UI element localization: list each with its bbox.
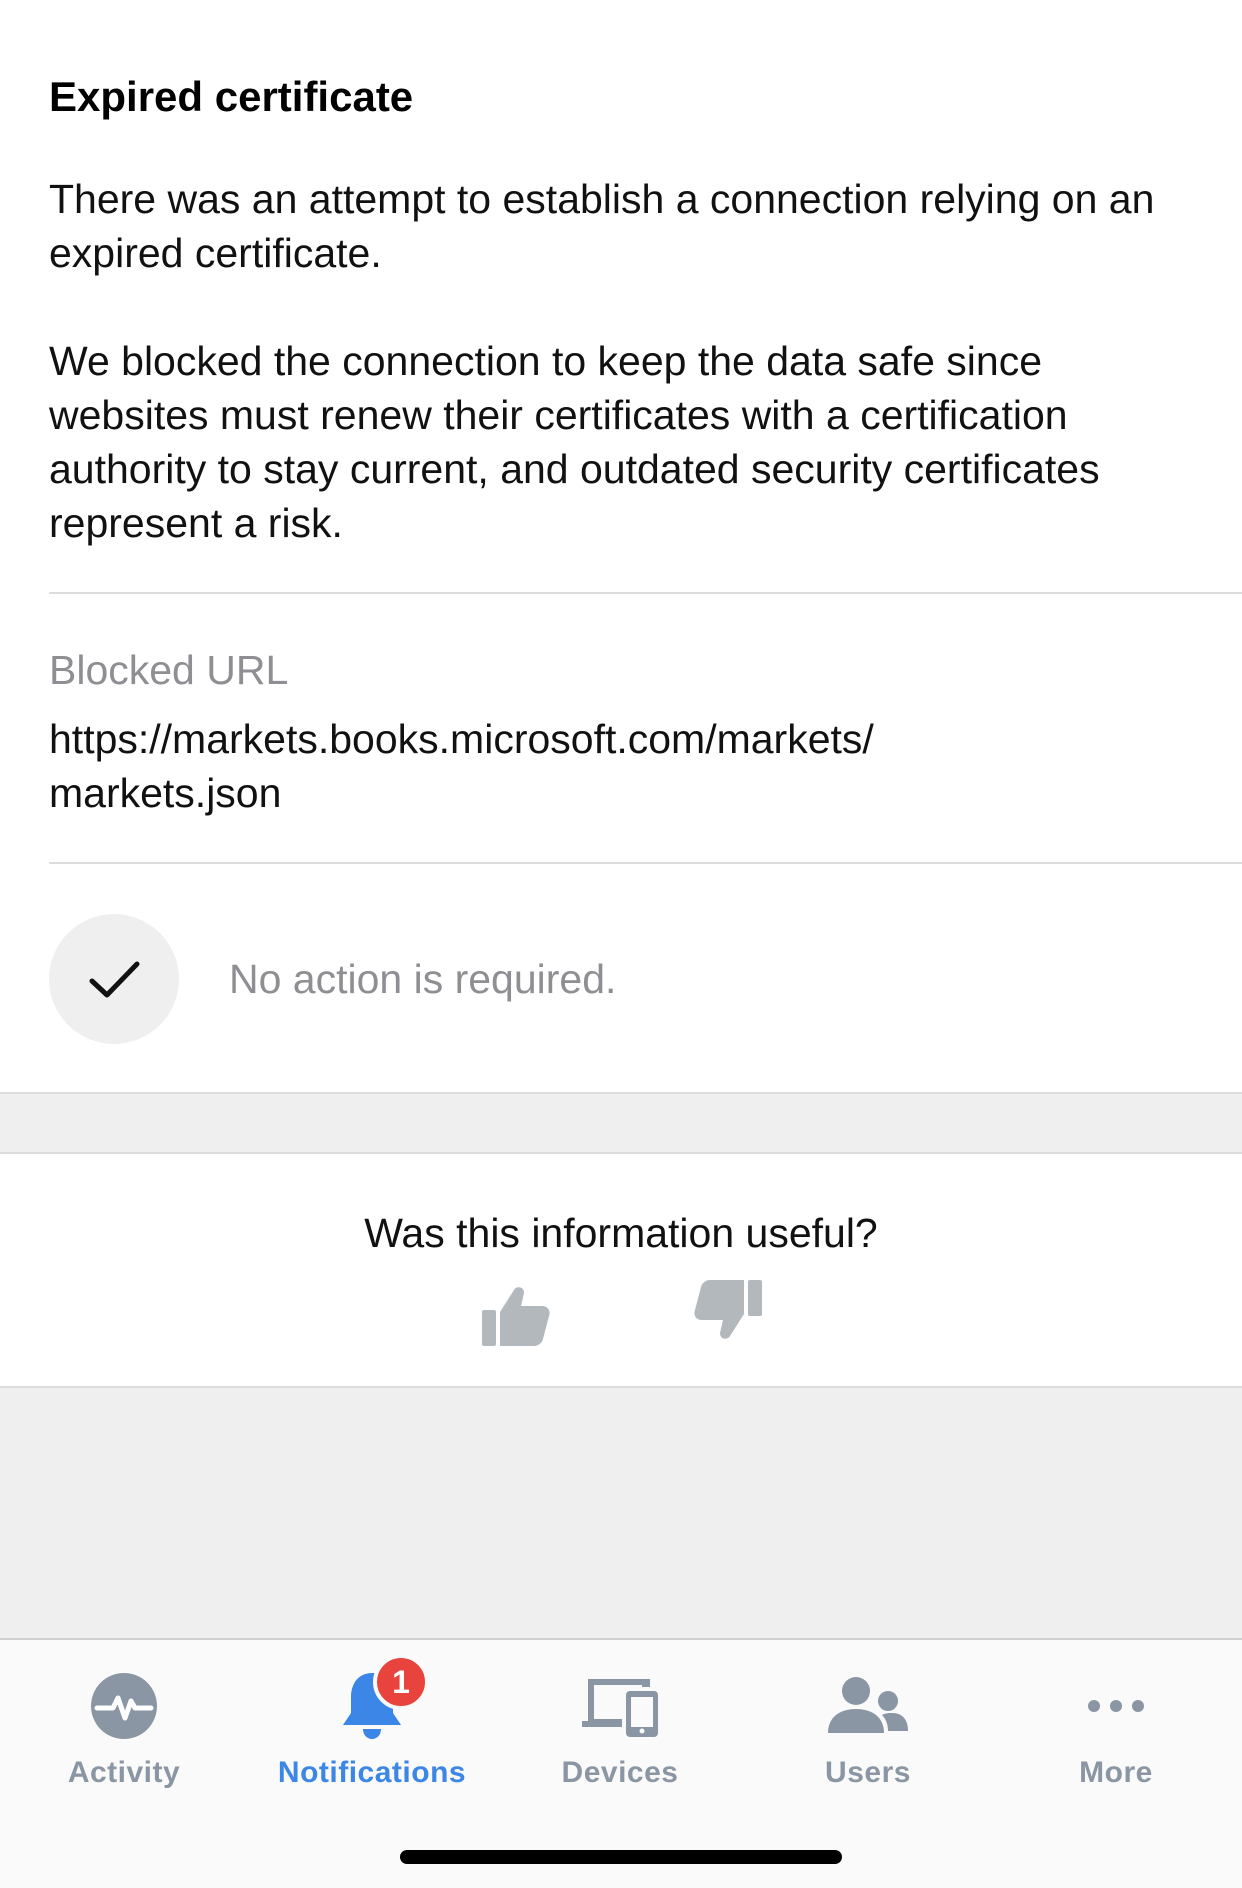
checkmark-icon — [49, 914, 179, 1044]
tab-notifications[interactable]: 1 Notifications — [248, 1640, 496, 1790]
home-indicator[interactable] — [400, 1850, 842, 1864]
notification-badge: 1 — [373, 1654, 429, 1710]
tab-label: Users — [825, 1756, 911, 1789]
thumbs-up-icon[interactable] — [478, 1278, 554, 1354]
tab-users[interactable]: Users — [744, 1640, 992, 1790]
blocked-url-line: markets.json — [49, 770, 282, 816]
blocked-url-line: https://markets.books.microsoft.com/mark… — [49, 716, 874, 762]
tab-more[interactable]: More — [992, 1640, 1240, 1790]
devices-icon — [575, 1662, 665, 1750]
divider — [49, 592, 1242, 594]
empty-area — [0, 1386, 1242, 1638]
section-separator — [0, 1092, 1242, 1154]
tab-label: More — [1079, 1756, 1153, 1789]
action-status-text: No action is required. — [229, 956, 617, 1002]
activity-icon — [79, 1662, 169, 1750]
tab-label: Notifications — [277, 1756, 467, 1789]
tab-activity[interactable]: Activity — [0, 1640, 248, 1790]
tab-label: Activity — [67, 1756, 181, 1789]
more-icon — [1071, 1662, 1161, 1750]
bell-icon: 1 — [327, 1654, 429, 1750]
tab-devices[interactable]: Devices — [496, 1640, 744, 1790]
users-icon — [823, 1662, 913, 1750]
page-title: Expired certificate — [49, 73, 414, 120]
tab-label: Devices — [561, 1756, 679, 1789]
explanation-paragraph: We blocked the connection to keep the da… — [49, 338, 1100, 546]
feedback-section: Was this information useful? — [0, 1154, 1242, 1386]
notification-detail: Expired certificate There was an attempt… — [0, 0, 1242, 1092]
description-paragraph: There was an attempt to establish a conn… — [49, 176, 1155, 276]
feedback-question: Was this information useful? — [364, 1210, 878, 1256]
blocked-url-value: https://markets.books.microsoft.com/mark… — [49, 712, 1149, 820]
action-row: No action is required. — [0, 864, 1242, 1092]
blocked-url-label: Blocked URL — [49, 647, 289, 693]
thumbs-down-icon[interactable] — [690, 1272, 766, 1348]
